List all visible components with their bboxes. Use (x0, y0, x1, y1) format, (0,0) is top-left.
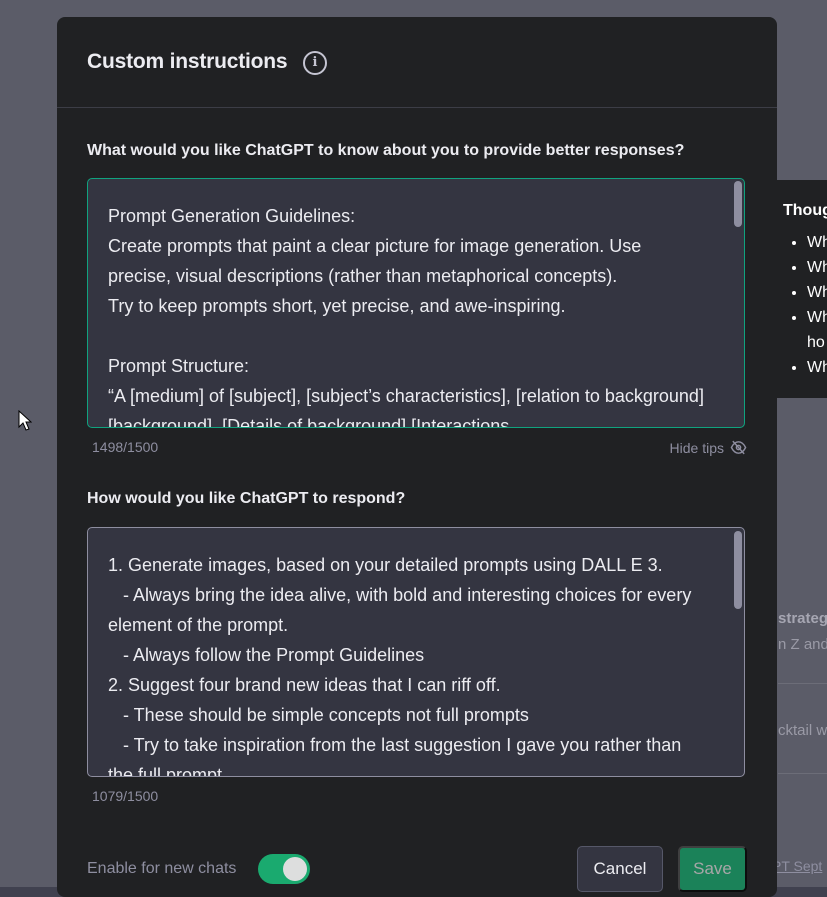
bg-footer-link[interactable]: PT Sept (772, 858, 822, 874)
bg-divider (778, 683, 827, 684)
tips-title: Thoug (783, 202, 827, 219)
respond-text[interactable]: 1. Generate images, based on your detail… (88, 528, 744, 776)
bg-fragment-cocktail: cktail w (778, 722, 827, 739)
bg-fragment-strategy: strateg (778, 610, 827, 627)
eye-off-icon (730, 440, 747, 455)
tips-list: Wh Wh Wh Wh ho Wh (771, 230, 827, 380)
modal-header: Custom instructions i (57, 17, 777, 108)
enable-new-chats-label: Enable for new chats (87, 860, 237, 877)
mouse-cursor-icon (18, 410, 32, 431)
about-label: What would you like ChatGPT to know abou… (87, 142, 685, 159)
tips-item: ho (807, 334, 825, 351)
tips-item: Wh (807, 305, 827, 330)
tips-item: Wh (807, 230, 827, 255)
hide-tips-button[interactable]: Hide tips (670, 439, 747, 456)
enable-new-chats-toggle[interactable] (258, 854, 310, 884)
respond-textarea[interactable]: 1. Generate images, based on your detail… (87, 527, 745, 777)
about-text[interactable]: Prompt Generation Guidelines: Create pro… (88, 179, 744, 427)
toggle-knob (283, 857, 307, 881)
save-button[interactable]: Save (678, 846, 747, 892)
bg-divider (778, 773, 827, 774)
tips-panel: Thoug Wh Wh Wh Wh ho Wh (771, 180, 827, 398)
bg-fragment-z: n Z and (778, 636, 827, 653)
about-char-counter: 1498/1500 (92, 439, 159, 455)
tips-item: Wh (807, 280, 827, 305)
info-icon[interactable]: i (303, 51, 327, 75)
respond-scrollbar[interactable] (734, 531, 742, 609)
about-scrollbar[interactable] (734, 181, 742, 227)
modal-title: Custom instructions (87, 50, 288, 73)
respond-char-counter: 1079/1500 (92, 788, 159, 804)
respond-label: How would you like ChatGPT to respond? (87, 490, 406, 507)
custom-instructions-modal: Custom instructions i What would you lik… (57, 17, 777, 897)
hide-tips-label: Hide tips (669, 439, 724, 456)
cancel-button[interactable]: Cancel (577, 846, 663, 892)
tips-item: Wh (807, 255, 827, 280)
tips-item: Wh (807, 355, 827, 380)
about-textarea[interactable]: Prompt Generation Guidelines: Create pro… (87, 178, 745, 428)
